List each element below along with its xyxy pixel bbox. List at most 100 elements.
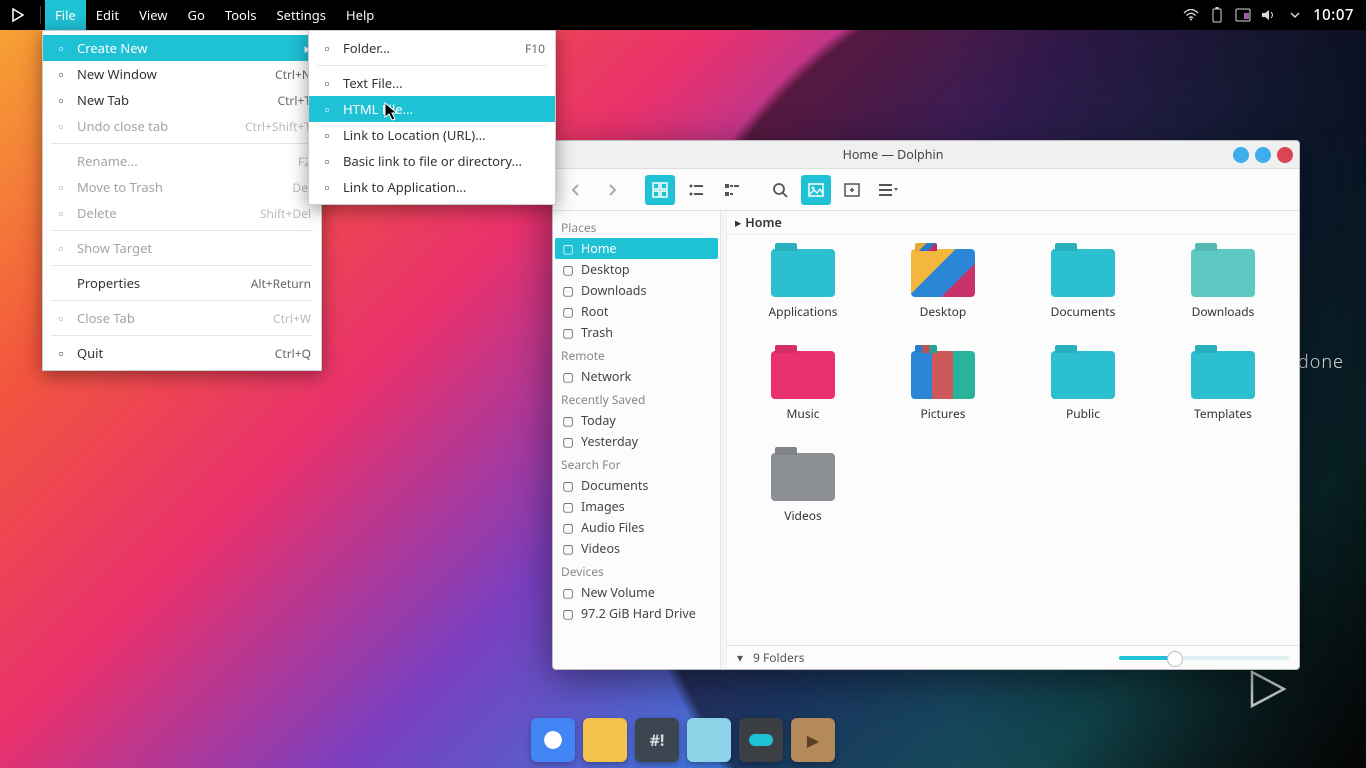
breadcrumb-current[interactable]: Home [745,214,781,231]
submenu-folder-[interactable]: ▫Folder...F10 [309,35,555,61]
file-menu-dropdown: ▫Create New▸▫New WindowCtrl+N▫New TabCtr… [42,30,322,371]
folder-icon [911,249,975,297]
launcher-play-icon [11,8,25,22]
folder-icon [771,453,835,501]
file-menu-quit[interactable]: ▫QuitCtrl+Q [43,340,321,366]
folder-desktop[interactable]: Desktop [873,249,1013,351]
wallpaper-logo [1242,664,1292,714]
dolphin-window: Home — Dolphin Places▢Home▢Desktop▢Downl… [552,140,1300,670]
file-menu-show-target: ▫Show Target [43,235,321,261]
folder-icon [1191,249,1255,297]
places-header-places: Places [553,215,720,238]
search-button[interactable] [765,175,795,205]
submenu-html-file-[interactable]: ▫HTML File... [309,96,555,122]
folder-downloads[interactable]: Downloads [1153,249,1293,351]
places-header-remote: Remote [553,343,720,366]
places-97-2-gib-hard-drive[interactable]: ▢97.2 GiB Hard Drive [553,603,720,624]
folder-documents[interactable]: Documents [1013,249,1153,351]
submenu-link-to-application-[interactable]: ▫Link to Application... [309,174,555,200]
window-titlebar[interactable]: Home — Dolphin [553,141,1299,169]
panel-clock[interactable]: 10:07 [1313,5,1354,25]
battery-icon[interactable] [1209,7,1225,23]
menu-file[interactable]: File [45,0,86,30]
view-icons-button[interactable] [645,175,675,205]
menu-help[interactable]: Help [336,0,384,30]
file-menu-properties[interactable]: PropertiesAlt+Return [43,270,321,296]
menu-view[interactable]: View [129,0,177,30]
submenu-basic-link-to-file-or-directory-[interactable]: ▫Basic link to file or directory... [309,148,555,174]
places-header-recently-saved: Recently Saved [553,387,720,410]
places-panel: Places▢Home▢Desktop▢Downloads▢Root▢Trash… [553,211,721,669]
places-desktop[interactable]: ▢Desktop [553,259,720,280]
folder-icon [911,351,975,399]
file-menu-undo-close-tab: ▫Undo close tabCtrl+Shift+T [43,113,321,139]
window-maximize-button[interactable] [1255,147,1271,163]
folder-icon [771,351,835,399]
places-today[interactable]: ▢Today [553,410,720,431]
folder-grid[interactable]: ApplicationsDesktopDocumentsDownloads Mus… [727,235,1299,645]
dock-terminal[interactable]: #! [635,718,679,762]
split-view-button[interactable] [837,175,867,205]
dock-settings[interactable] [739,718,783,762]
file-menu-create-new[interactable]: ▫Create New▸ [43,35,321,61]
places-audio-files[interactable]: ▢Audio Files [553,517,720,538]
places-downloads[interactable]: ▢Downloads [553,280,720,301]
breadcrumb-caret-icon: ▸ [735,214,741,231]
dock-text-editor[interactable] [687,718,731,762]
folder-icon [1051,351,1115,399]
file-menu-close-tab: ▫Close TabCtrl+W [43,305,321,331]
status-text: 9 Folders [753,649,804,666]
places-images[interactable]: ▢Images [553,496,720,517]
system-tray: 10:07 [1183,5,1366,25]
global-menu-bar: FileEditViewGoToolsSettingsHelp [45,0,384,30]
nav-forward-button[interactable] [597,175,627,205]
task-dock: #! ▶ [531,718,835,762]
dock-file-manager[interactable] [583,718,627,762]
places-new-volume[interactable]: ▢New Volume [553,582,720,603]
menu-edit[interactable]: Edit [86,0,129,30]
submenu-text-file-[interactable]: ▫Text File... [309,70,555,96]
view-details-button[interactable] [717,175,747,205]
chevron-down-icon[interactable] [1287,7,1303,23]
top-panel: FileEditViewGoToolsSettingsHelp 10:07 [0,0,1366,30]
dolphin-toolbar [553,169,1299,211]
folder-pictures[interactable]: Pictures [873,351,1013,453]
menu-settings[interactable]: Settings [267,0,336,30]
places-root[interactable]: ▢Root [553,301,720,322]
file-menu-move-to-trash: ▫Move to TrashDel [43,174,321,200]
menu-tools[interactable]: Tools [215,0,267,30]
nav-back-button[interactable] [561,175,591,205]
places-network[interactable]: ▢Network [553,366,720,387]
window-minimize-button[interactable] [1233,147,1249,163]
zoom-slider[interactable] [1119,656,1289,660]
places-home[interactable]: ▢Home [555,238,718,259]
preview-button[interactable] [801,175,831,205]
places-trash[interactable]: ▢Trash [553,322,720,343]
places-documents[interactable]: ▢Documents [553,475,720,496]
places-yesterday[interactable]: ▢Yesterday [553,431,720,452]
app-launcher[interactable] [0,8,36,22]
menu-go[interactable]: Go [178,0,215,30]
folder-templates[interactable]: Templates [1153,351,1293,453]
folder-videos[interactable]: Videos [733,453,873,555]
volume-icon[interactable] [1261,7,1277,23]
places-videos[interactable]: ▢Videos [553,538,720,559]
submenu-link-to-location-url-[interactable]: ▫Link to Location (URL)... [309,122,555,148]
file-menu-new-window[interactable]: ▫New WindowCtrl+N [43,61,321,87]
create-new-submenu: ▫Folder...F10▫Text File...▫HTML File...▫… [308,30,556,205]
dock-media-player[interactable]: ▶ [791,718,835,762]
breadcrumb-bar[interactable]: ▸ Home [727,211,1299,235]
view-compact-button[interactable] [681,175,711,205]
places-header-search-for: Search For [553,452,720,475]
wifi-icon[interactable] [1183,7,1199,23]
folder-music[interactable]: Music [733,351,873,453]
chevron-down-icon[interactable]: ▾ [737,649,743,666]
dock-chromium[interactable] [531,718,575,762]
file-menu-new-tab[interactable]: ▫New TabCtrl+T [43,87,321,113]
folder-applications[interactable]: Applications [733,249,873,351]
clipboard-icon[interactable] [1235,7,1251,23]
status-bar: ▾ 9 Folders [727,645,1299,669]
folder-public[interactable]: Public [1013,351,1153,453]
control-menu-button[interactable] [873,175,903,205]
window-close-button[interactable] [1277,147,1293,163]
